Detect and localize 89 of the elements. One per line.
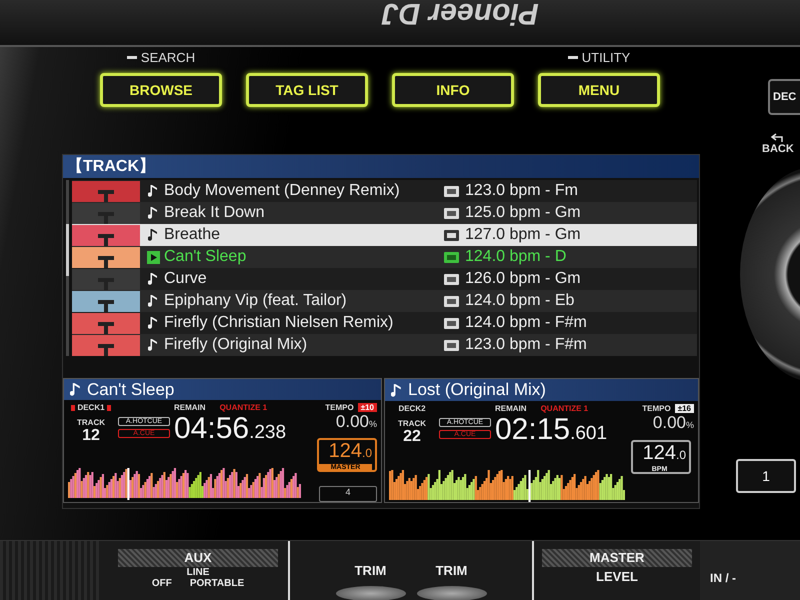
hardware-button[interactable]: BROWSE (100, 73, 222, 107)
track-row[interactable]: Firefly (Christian Nielsen Remix) 124.0 bpm - F#m (72, 312, 697, 334)
track-number: 12 (82, 427, 100, 446)
tempo-value: 0.00% (652, 413, 694, 433)
tempo-range-badge: ±16 (674, 404, 694, 413)
track-label: TRACK (398, 419, 426, 428)
remain-label: REMAIN (495, 404, 527, 413)
deck-label: DECK1 (77, 403, 105, 412)
track-bpm-key: 124.0 bpm - Eb (465, 292, 574, 310)
track-bpm-key: 123.0 bpm - F#m (465, 336, 587, 354)
music-note-icon (148, 294, 158, 308)
track-bpm-key: 124.0 bpm - F#m (465, 314, 587, 332)
hardware-button[interactable]: INFO (392, 73, 514, 107)
tempo-value: 0.00% (336, 412, 377, 432)
remaining-time: 02:15.601 (495, 413, 608, 447)
browser-title: 【TRACK】 (63, 155, 699, 178)
track-title: Can't Sleep (164, 248, 248, 266)
trim-label: TRIM (436, 563, 468, 578)
music-note-icon (148, 316, 158, 330)
aux-label: AUX (118, 549, 278, 567)
track-row[interactable]: Firefly (Original Mix) 123.0 bpm - F#m (72, 334, 697, 356)
level-label: LEVEL (596, 569, 638, 584)
track-row[interactable]: Curve 126.0 bpm - Gm (72, 268, 697, 290)
quantize-label: QUANTIZE 1 (540, 404, 588, 413)
master-label: MASTER (542, 549, 692, 567)
track-bpm-key: 123.0 bpm - Fm (465, 182, 578, 200)
track-row[interactable]: Body Movement (Denney Remix) 123.0 bpm - Fm (72, 180, 697, 202)
track-bpm-key: 127.0 bpm - Gm (465, 226, 581, 244)
dash-icon (568, 56, 578, 58)
track-title: Curve (164, 270, 208, 288)
deck-track-title: Can't Sleep (87, 380, 174, 400)
music-note-icon (148, 338, 158, 352)
music-note-icon (148, 184, 158, 198)
track-label: TRACK (77, 418, 105, 428)
button-caption: UTILITY (582, 50, 630, 64)
track-bpm-key: 125.0 bpm - Gm (465, 204, 581, 222)
remain-label: REMAIN (174, 403, 206, 412)
track-bpm-key: 126.0 bpm - Gm (465, 270, 581, 288)
bpm-icon (444, 208, 459, 218)
scrollbar[interactable] (66, 180, 69, 356)
input-label: IN / - (710, 571, 736, 585)
remaining-time: 04:56.238 (174, 412, 288, 446)
music-note-icon (148, 272, 158, 286)
bpm-icon (444, 318, 459, 328)
bpm-icon (444, 186, 459, 196)
music-note-icon (70, 382, 81, 398)
track-title: Break It Down (164, 204, 266, 222)
music-note-icon (391, 382, 402, 398)
play-icon (147, 250, 160, 264)
bpm-icon (444, 274, 459, 284)
back-label: BACK (762, 143, 794, 155)
switch-label: PORTABLE (190, 578, 244, 589)
track-number: 22 (403, 428, 421, 446)
deck-button[interactable]: DEC (768, 79, 800, 115)
back-arrow-icon (770, 133, 786, 143)
track-bpm-key: 124.0 bpm - D (465, 248, 566, 266)
trim-knob[interactable] (336, 586, 406, 600)
brand-logo: Pioneer DJ (382, 0, 538, 30)
track-title: Epiphany Vip (feat. Tailor) (164, 292, 348, 310)
deck-track-title: Lost (Original Mix) (408, 380, 546, 400)
tempo-label: TEMPO (642, 404, 671, 413)
hardware-button[interactable]: MENU (538, 73, 660, 107)
music-note-icon (148, 206, 158, 220)
bpm-icon (444, 296, 459, 306)
track-row[interactable]: Breathe 127.0 bpm - Gm (72, 224, 697, 246)
switch-label: LINE (186, 567, 210, 578)
track-row[interactable]: Break It Down 125.0 bpm - Gm (72, 202, 697, 224)
trim-knob[interactable] (416, 586, 486, 600)
track-title: Breathe (164, 226, 222, 244)
quantize-label: QUANTIZE 1 (220, 403, 268, 412)
tempo-range-badge: ±10 (358, 403, 377, 412)
music-note-icon (148, 228, 158, 242)
trim-label: TRIM (354, 563, 386, 578)
pad-button[interactable]: 1 (736, 459, 796, 493)
track-title: Body Movement (Denney Remix) (164, 182, 401, 200)
track-title: Firefly (Original Mix) (164, 336, 308, 354)
bpm-icon (444, 252, 459, 262)
dash-icon (126, 56, 137, 58)
track-title: Firefly (Christian Nielsen Remix) (164, 314, 394, 332)
track-row[interactable]: Epiphany Vip (feat. Tailor) 124.0 bpm - Eb (72, 290, 697, 312)
tempo-label: TEMPO (325, 403, 354, 412)
hardware-button[interactable]: TAG LIST (246, 73, 368, 107)
bpm-icon (444, 230, 459, 240)
button-caption: SEARCH (140, 50, 196, 64)
beat-count: 4 (319, 486, 377, 502)
switch-label: OFF (152, 578, 172, 589)
track-row[interactable]: Can't Sleep 124.0 bpm - D (72, 246, 697, 268)
deck-label: DECK2 (398, 404, 426, 413)
bpm-icon (444, 340, 459, 350)
